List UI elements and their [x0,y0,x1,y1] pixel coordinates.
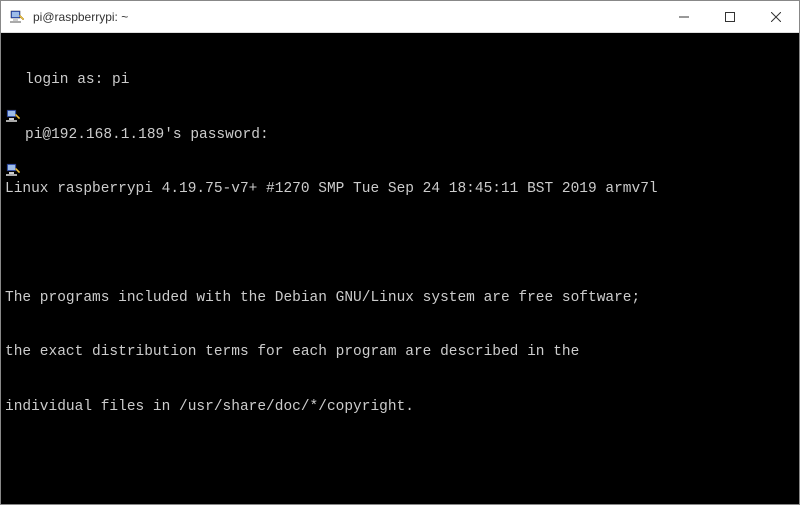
login-line: login as: pi [5,71,795,89]
password-prompt-text: pi@192.168.1.189's password: [25,126,269,144]
blank-line [5,234,795,252]
window-controls [661,1,799,32]
window-title: pi@raspberrypi: ~ [33,10,661,24]
login-prompt-text: login as: pi [25,71,129,89]
putty-session-icon [5,126,21,142]
close-button[interactable] [753,1,799,32]
titlebar: pi@raspberrypi: ~ [1,1,799,33]
password-line: pi@192.168.1.189's password: [5,126,795,144]
motd-line-3: individual files in /usr/share/doc/*/cop… [5,398,795,416]
blank-line [5,452,795,470]
maximize-button[interactable] [707,1,753,32]
minimize-button[interactable] [661,1,707,32]
kernel-line: Linux raspberrypi 4.19.75-v7+ #1270 SMP … [5,180,795,198]
motd-line-2: the exact distribution terms for each pr… [5,343,795,361]
motd-line-1: The programs included with the Debian GN… [5,289,795,307]
putty-icon [9,9,25,25]
putty-session-icon [5,71,21,87]
terminal-area[interactable]: login as: pi pi@192.168.1.189's password… [1,33,799,504]
putty-window: pi@raspberrypi: ~ [0,0,800,505]
